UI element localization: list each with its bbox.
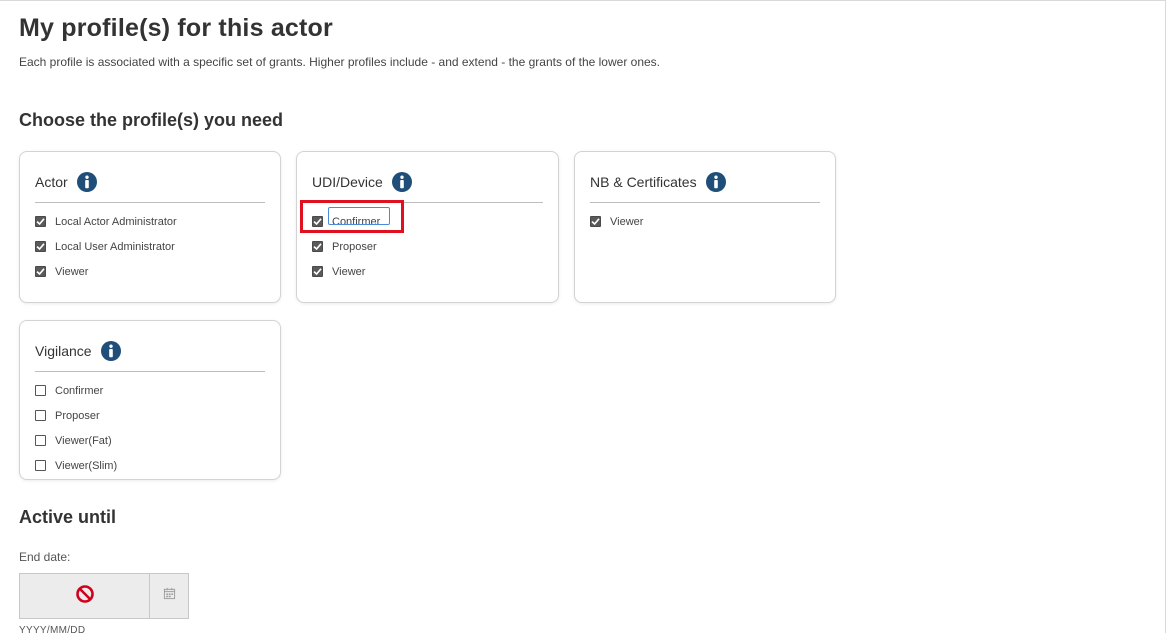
profiles-heading: Choose the profile(s) you need [19,110,284,130]
checkbox-list: Viewer [590,209,820,234]
card-divider [35,371,265,372]
checkbox-viewer[interactable]: Viewer [312,259,543,284]
checkbox-checked[interactable] [35,216,46,227]
prohibited-icon [75,584,95,609]
profile-card-nb-certificates: NB & Certificates Viewer [574,151,836,303]
card-title: UDI/Device [312,174,383,190]
checkbox-label: Viewer [55,265,89,278]
checkbox-label: Proposer [332,240,377,253]
top-border [0,0,1166,1]
checkbox-label: Viewer [332,265,366,278]
checkbox-checked[interactable] [312,266,323,277]
card-title: Actor [35,174,68,190]
checkbox-label: Local User Administrator [55,240,175,253]
checkbox-label: Confirmer [55,384,104,397]
calendar-icon [163,587,176,605]
card-divider [35,202,265,203]
checkbox-checked[interactable] [590,216,601,227]
checkbox-viewer-fat[interactable]: Viewer(Fat) [35,428,265,453]
checkbox-viewer-slim[interactable]: Viewer(Slim) [35,453,265,478]
checkbox-list: Local Actor Administrator Local User Adm… [35,209,265,284]
checkbox-confirmer[interactable]: Confirmer [35,378,265,403]
checkbox-label: Viewer [610,215,644,228]
checkbox-proposer[interactable]: Proposer [35,403,265,428]
info-icon[interactable] [100,340,122,362]
checkbox-checked[interactable] [35,266,46,277]
card-title: NB & Certificates [590,174,697,190]
checkbox-label: Local Actor Administrator [55,215,177,228]
checkbox-unchecked[interactable] [35,435,46,446]
checkbox-unchecked[interactable] [35,385,46,396]
info-icon[interactable] [391,171,413,193]
card-header: Vigilance [35,336,122,366]
checkbox-checked[interactable] [35,241,46,252]
page-title: My profile(s) for this actor [19,14,333,42]
profile-card-actor: Actor Local Actor Administrator Local Us… [19,151,281,303]
card-divider [590,202,820,203]
card-title: Vigilance [35,343,92,359]
end-date-label: End date: [19,550,71,564]
checkbox-local-user-administrator[interactable]: Local User Administrator [35,234,265,259]
checkbox-viewer[interactable]: Viewer [590,209,820,234]
intro-text: Each profile is associated with a specif… [19,55,661,69]
checkbox-label: Viewer(Slim) [55,459,118,472]
calendar-button[interactable] [150,574,188,618]
checkbox-list: Confirmer Proposer Viewer(Fat) Viewer(Sl… [35,378,265,478]
checkbox-viewer[interactable]: Viewer [35,259,265,284]
checkbox-local-actor-administrator[interactable]: Local Actor Administrator [35,209,265,234]
info-icon[interactable] [76,171,98,193]
checkbox-proposer[interactable]: Proposer [312,234,543,259]
checkbox-label: Viewer(Fat) [55,434,112,447]
end-date-input[interactable] [20,574,150,618]
date-format-hint: YYYY/MM/DD [19,625,86,636]
checkbox-checked[interactable] [312,241,323,252]
checkbox-unchecked[interactable] [35,410,46,421]
checkbox-unchecked[interactable] [35,460,46,471]
card-header: NB & Certificates [590,167,727,197]
active-until-heading: Active until [19,507,117,527]
card-header: UDI/Device [312,167,413,197]
card-header: Actor [35,167,98,197]
highlight-box [300,200,404,233]
info-icon[interactable] [705,171,727,193]
checkbox-label: Proposer [55,409,100,422]
profile-card-vigilance: Vigilance Confirmer Proposer Viewer(Fat)… [19,320,281,480]
end-date-field [19,573,189,619]
